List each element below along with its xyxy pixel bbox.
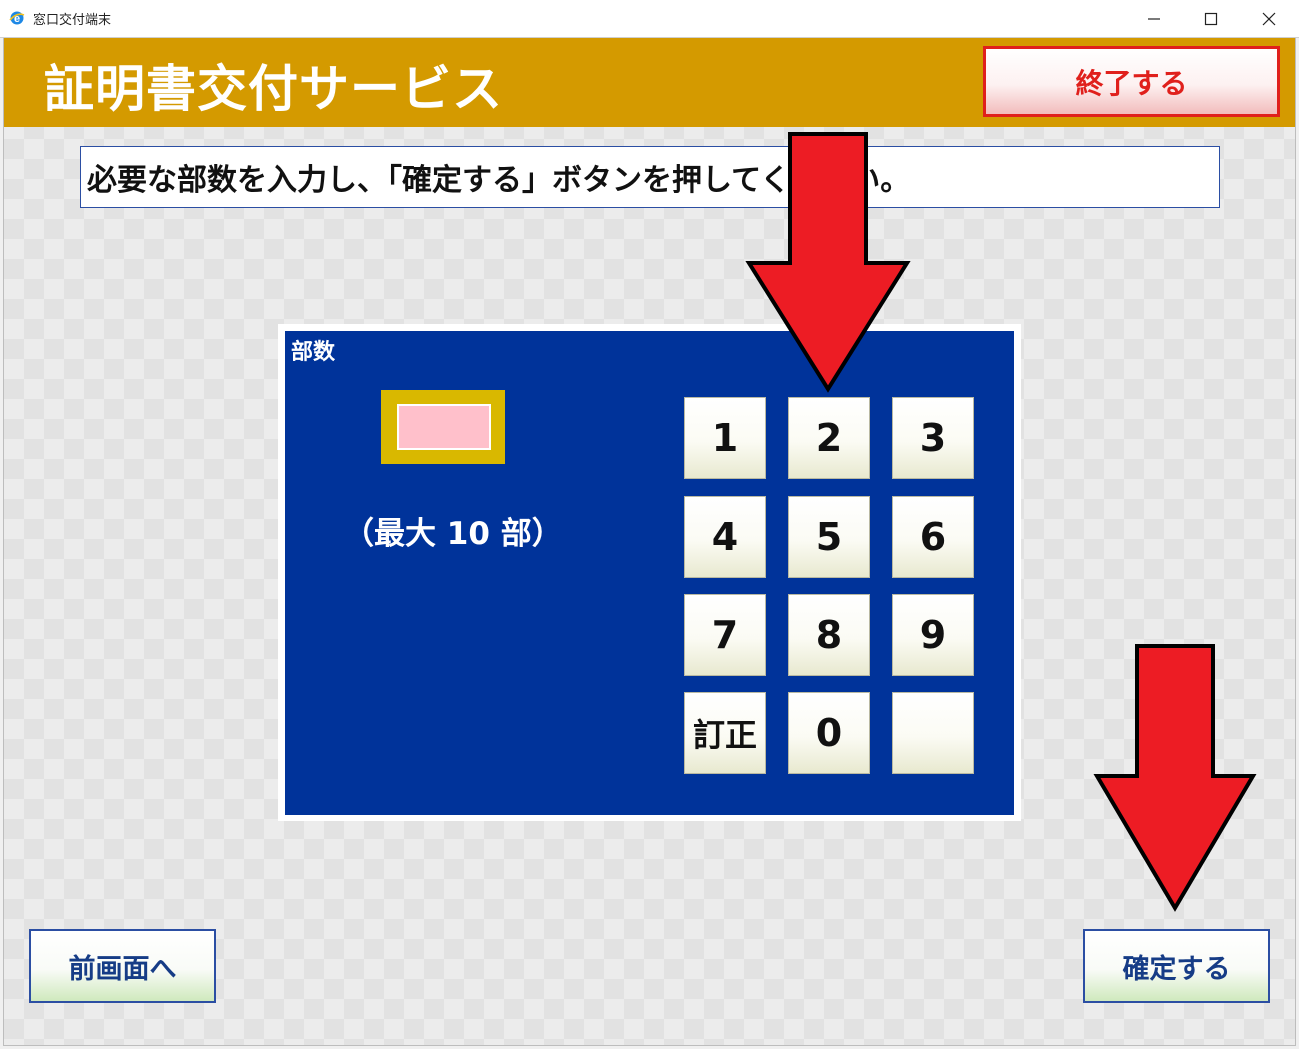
ie-icon: e [9, 11, 25, 25]
confirm-button[interactable]: 確定する [1083, 929, 1270, 1003]
keypad-key-4[interactable]: 4 [684, 496, 766, 578]
keypad-key-correct[interactable]: 訂正 [684, 692, 766, 774]
back-button[interactable]: 前画面へ [29, 929, 216, 1003]
maximize-icon [1204, 12, 1218, 25]
keypad-key-6[interactable]: 6 [892, 496, 974, 578]
copies-label: 部数 [291, 340, 336, 365]
keypad-key-blank[interactable] [892, 692, 974, 774]
window-titlebar: e 窓口交付端末 [0, 0, 1299, 38]
copies-input[interactable] [397, 404, 491, 450]
keypad-key-2[interactable]: 2 [788, 397, 870, 479]
minimize-button[interactable] [1125, 0, 1183, 37]
close-icon [1262, 12, 1276, 25]
arrow-down-icon [745, 132, 911, 393]
close-button[interactable] [1240, 0, 1298, 37]
maximize-button[interactable] [1182, 0, 1240, 37]
keypad-key-5[interactable]: 5 [788, 496, 870, 578]
keypad-key-0[interactable]: 0 [788, 692, 870, 774]
keypad-key-3[interactable]: 3 [892, 397, 974, 479]
keypad-key-7[interactable]: 7 [684, 594, 766, 676]
end-button[interactable]: 終了する [983, 46, 1280, 117]
copies-panel: 部数 （最大 10 部） 1 2 3 4 5 6 7 8 9 訂正 0 [285, 331, 1014, 815]
arrow-down-icon [1093, 644, 1257, 912]
instruction-text: 必要な部数を入力し、「確定する」ボタンを押してください。 [80, 146, 1220, 208]
max-copies-note: （最大 10 部） [343, 516, 563, 552]
keypad-key-8[interactable]: 8 [788, 594, 870, 676]
count-box [381, 390, 505, 464]
keypad-key-1[interactable]: 1 [684, 397, 766, 479]
keypad-key-9[interactable]: 9 [892, 594, 974, 676]
service-title: 証明書交付サービス [44, 60, 503, 118]
window-title: 窓口交付端末 [33, 13, 112, 28]
minimize-icon [1148, 17, 1160, 20]
